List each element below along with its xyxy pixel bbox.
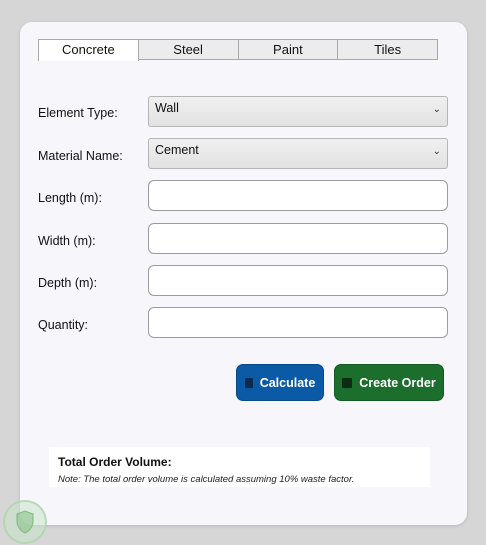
element-type-label: Element Type: bbox=[38, 106, 118, 120]
quantity-label: Quantity: bbox=[38, 318, 89, 332]
chevron-down-icon: ⌄ bbox=[432, 104, 441, 115]
length-label: Length (m): bbox=[38, 191, 102, 205]
order-summary: Total Order Volume: Note: The total orde… bbox=[49, 447, 430, 487]
concrete-calculator-card: Concrete Steel Paint Tiles Element Type:… bbox=[20, 22, 467, 525]
chevron-down-icon: ⌄ bbox=[432, 146, 441, 157]
tab-tiles[interactable]: Tiles bbox=[338, 39, 438, 60]
tab-steel[interactable]: Steel bbox=[138, 39, 239, 60]
material-name-select[interactable]: Cement ⌄ bbox=[148, 138, 448, 169]
watermark-logo bbox=[3, 500, 47, 544]
create-order-label: Create Order bbox=[359, 375, 436, 390]
material-tabs: Concrete Steel Paint Tiles bbox=[38, 39, 438, 61]
depth-input[interactable] bbox=[148, 265, 448, 296]
material-name-label: Material Name: bbox=[38, 149, 123, 163]
calculator-icon bbox=[244, 377, 253, 388]
quantity-input[interactable] bbox=[148, 307, 448, 338]
calculate-label: Calculate bbox=[259, 375, 316, 390]
length-input[interactable] bbox=[148, 180, 448, 211]
order-icon bbox=[342, 377, 353, 388]
material-name-value: Cement bbox=[155, 143, 199, 157]
width-label: Width (m): bbox=[38, 234, 96, 248]
shield-icon bbox=[16, 510, 34, 534]
summary-note: Note: The total order volume is calculat… bbox=[58, 474, 355, 485]
element-type-select[interactable]: Wall ⌄ bbox=[148, 96, 448, 127]
depth-label: Depth (m): bbox=[38, 276, 98, 290]
calculate-button[interactable]: Calculate bbox=[236, 364, 324, 401]
tab-paint[interactable]: Paint bbox=[238, 39, 339, 60]
tab-concrete[interactable]: Concrete bbox=[38, 39, 139, 61]
summary-title: Total Order Volume: bbox=[58, 455, 172, 469]
create-order-button[interactable]: Create Order bbox=[334, 364, 444, 401]
width-input[interactable] bbox=[148, 223, 448, 254]
element-type-value: Wall bbox=[155, 101, 179, 115]
